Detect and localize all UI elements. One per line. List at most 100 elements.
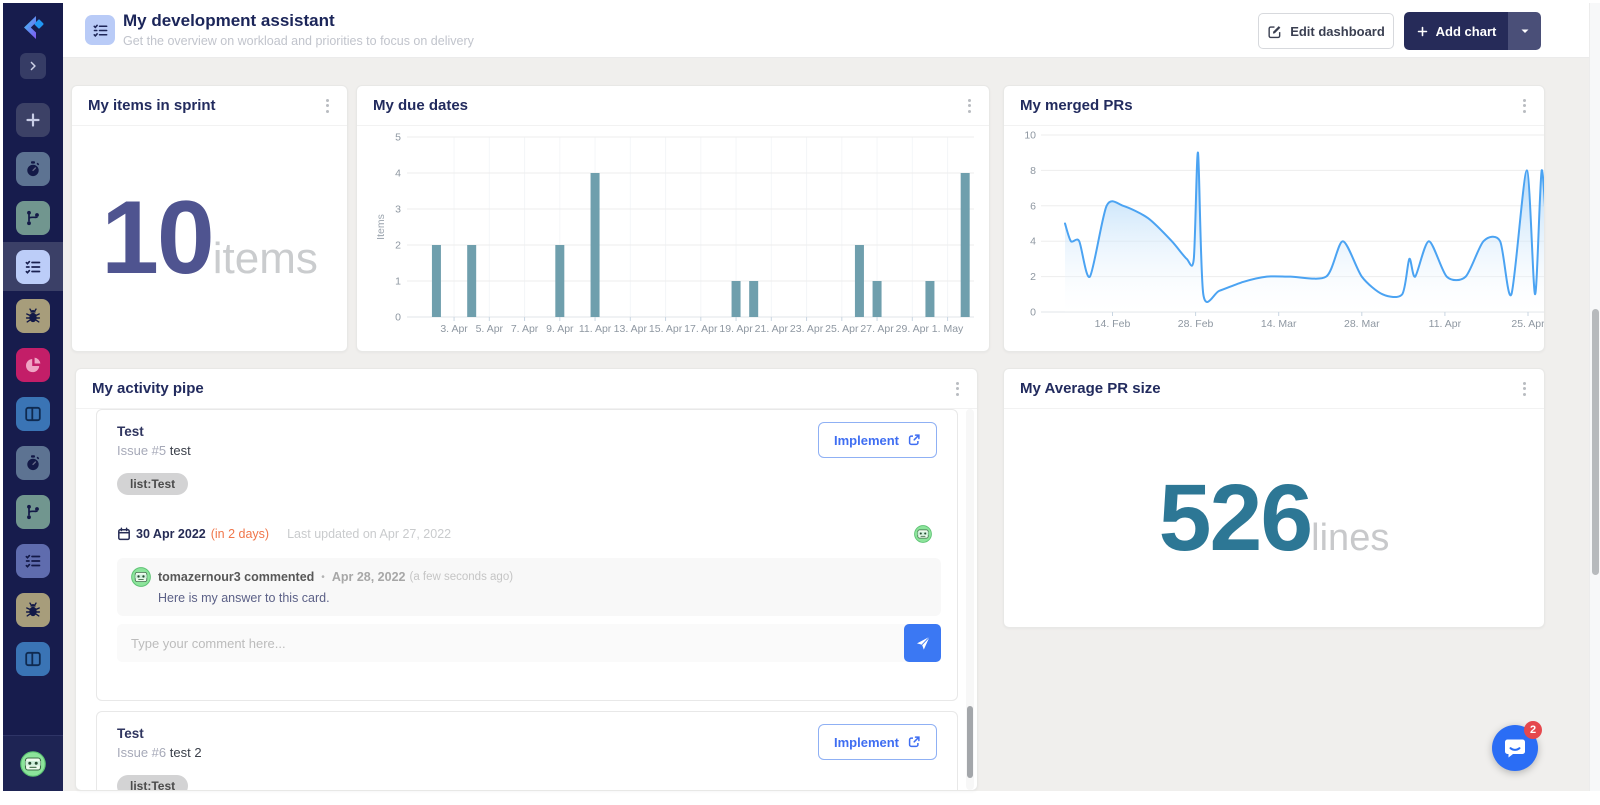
card-title: My activity pipe xyxy=(92,380,204,397)
sidebar-item-bug-1[interactable] xyxy=(16,299,50,333)
git-branch-icon xyxy=(24,209,42,227)
svg-text:10: 10 xyxy=(1024,130,1036,142)
comment-date: Apr 28, 2022 xyxy=(332,570,406,584)
sidebar-item-branch-1[interactable] xyxy=(16,201,50,235)
card-menu-button[interactable] xyxy=(322,95,333,117)
svg-text:3. Apr: 3. Apr xyxy=(440,323,468,335)
sidebar-item-timer-1[interactable] xyxy=(16,152,50,186)
implement-button[interactable]: Implement xyxy=(818,422,937,458)
sidebar-item-checklist-2[interactable] xyxy=(16,544,50,578)
svg-text:Items: Items xyxy=(375,214,387,240)
comment-input[interactable] xyxy=(117,624,901,662)
card-title: My Average PR size xyxy=(1020,380,1161,397)
stat-value: 10 xyxy=(101,179,213,298)
card-items-in-sprint: My items in sprint 10 items xyxy=(71,85,348,352)
issue-title: Test xyxy=(117,424,144,439)
card-header: My due dates xyxy=(357,86,989,126)
send-comment-button[interactable] xyxy=(904,624,941,662)
issue-subtitle: Issue #5 test xyxy=(117,443,191,458)
card-header: My merged PRs xyxy=(1004,86,1544,126)
add-chart-dropdown-button[interactable] xyxy=(1508,12,1541,50)
chat-unread-badge: 2 xyxy=(1524,721,1542,739)
card-menu-button[interactable] xyxy=(952,378,963,400)
sidebar-item-checklist-active[interactable] xyxy=(16,250,50,284)
sidebar-item-board-1[interactable] xyxy=(16,397,50,431)
svg-text:13. Apr: 13. Apr xyxy=(614,323,648,335)
issue-title: Test xyxy=(117,726,144,741)
chat-launcher-button[interactable]: 2 xyxy=(1492,725,1538,771)
paper-plane-icon xyxy=(915,635,931,651)
due-date-row: 30 Apr 2022 (in 2 days) Last updated on … xyxy=(117,525,937,543)
sidebar-item-branch-2[interactable] xyxy=(16,495,50,529)
svg-text:1: 1 xyxy=(395,276,401,288)
checklist-icon xyxy=(24,258,42,276)
board-icon xyxy=(24,405,42,423)
card-menu-button[interactable] xyxy=(964,95,975,117)
git-branch-icon xyxy=(24,503,42,521)
activity-scrollbar-thumb[interactable] xyxy=(967,706,973,778)
svg-text:23. Apr: 23. Apr xyxy=(790,323,824,335)
separator-dot: • xyxy=(321,572,325,583)
card-avg-pr-size: My Average PR size 526 lines xyxy=(1003,368,1545,628)
card-title: My due dates xyxy=(373,97,468,114)
comment-ago: (a few seconds ago) xyxy=(409,571,513,583)
commenter-avatar xyxy=(131,567,151,587)
plus-icon xyxy=(24,111,42,129)
external-link-icon xyxy=(907,735,921,749)
page-title: My development assistant xyxy=(123,11,335,31)
svg-text:29. Apr: 29. Apr xyxy=(896,323,930,335)
due-note: (in 2 days) xyxy=(211,527,269,541)
sidebar-item-pie[interactable] xyxy=(16,348,50,382)
sidebar-item-timer-2[interactable] xyxy=(16,446,50,480)
svg-text:14. Mar: 14. Mar xyxy=(1261,318,1297,330)
page-subtitle: Get the overview on workload and priorit… xyxy=(123,34,474,48)
issue-ref: Issue #6 xyxy=(117,745,166,760)
card-header: My activity pipe xyxy=(76,369,977,409)
sidebar-nav xyxy=(3,95,63,683)
card-due-dates: My due dates 012345Items3. Apr5. Apr7. A… xyxy=(356,85,990,352)
page-scrollbar[interactable] xyxy=(1589,3,1600,791)
svg-text:8: 8 xyxy=(1030,165,1036,177)
svg-text:4: 4 xyxy=(1030,236,1036,248)
page-scrollbar-thumb[interactable] xyxy=(1592,309,1599,575)
svg-text:3: 3 xyxy=(395,204,401,216)
svg-text:5. Apr: 5. Apr xyxy=(476,323,504,335)
svg-text:0: 0 xyxy=(395,312,401,324)
card-activity-pipe: My activity pipe Test Issue #5 test Impl… xyxy=(75,368,978,791)
card-title: My merged PRs xyxy=(1020,97,1133,114)
sidebar-item-bug-2[interactable] xyxy=(16,593,50,627)
sidebar-item-add-chart[interactable] xyxy=(16,103,50,137)
edit-dashboard-button[interactable]: Edit dashboard xyxy=(1258,13,1394,49)
pie-chart-icon xyxy=(24,356,42,374)
checklist-icon xyxy=(24,552,42,570)
calendar-icon xyxy=(117,527,131,541)
implement-button[interactable]: Implement xyxy=(818,724,937,760)
stat-area: 10 items xyxy=(72,126,347,351)
svg-text:11. Apr: 11. Apr xyxy=(579,323,612,335)
dashboard-icon-box xyxy=(85,15,115,45)
activity-scrollbar[interactable] xyxy=(966,409,974,790)
pencil-square-icon xyxy=(1267,24,1282,39)
comment-author: tomazernour3 commented xyxy=(158,570,314,584)
card-menu-button[interactable] xyxy=(1519,95,1530,117)
card-merged-prs: My merged PRs 024681014. Feb28. Feb14. M… xyxy=(1003,85,1545,352)
svg-text:4: 4 xyxy=(395,168,401,180)
svg-text:28. Mar: 28. Mar xyxy=(1344,318,1380,330)
sidebar-expand-button[interactable] xyxy=(20,53,46,79)
app-logo[interactable] xyxy=(19,14,47,42)
bug-icon xyxy=(24,601,42,619)
sidebar-item-board-2[interactable] xyxy=(16,642,50,676)
issue-text: test 2 xyxy=(170,745,202,760)
svg-text:25. Apr: 25. Apr xyxy=(1511,318,1544,330)
svg-text:7. Apr: 7. Apr xyxy=(511,323,539,335)
assignee-avatar[interactable] xyxy=(914,525,932,543)
svg-text:11. Apr: 11. Apr xyxy=(1429,318,1462,330)
card-menu-button[interactable] xyxy=(1519,378,1530,400)
sidebar-active-row xyxy=(3,242,63,291)
card-header: My Average PR size xyxy=(1004,369,1544,409)
user-avatar[interactable] xyxy=(20,751,46,777)
bug-icon xyxy=(24,307,42,325)
page-header: My development assistant Get the overvie… xyxy=(63,3,1589,58)
add-chart-button[interactable]: Add chart xyxy=(1404,12,1508,50)
svg-text:14. Feb: 14. Feb xyxy=(1095,318,1131,330)
